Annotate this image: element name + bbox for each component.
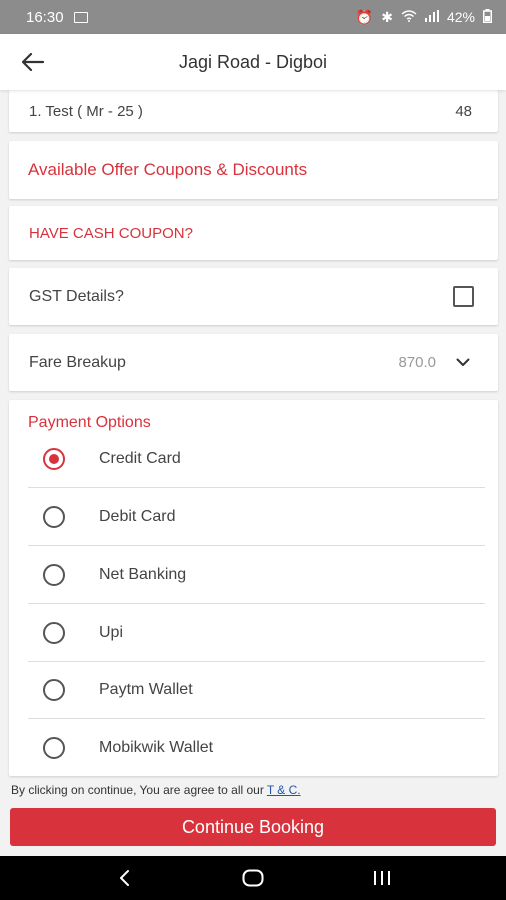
- gst-label: GST Details?: [29, 287, 124, 305]
- passenger-name: 1. Test ( Mr - 25 ): [29, 102, 143, 120]
- image-icon: [73, 11, 88, 23]
- payment-option-label: Net Banking: [99, 566, 187, 583]
- payment-option-paytm-wallet[interactable]: Paytm Wallet: [28, 661, 485, 719]
- continue-booking-button[interactable]: Continue Booking: [10, 808, 496, 846]
- offers-card[interactable]: Available Offer Coupons & Discounts: [9, 141, 498, 199]
- bluetooth-icon: ✱: [381, 8, 393, 25]
- offers-label: Available Offer Coupons & Discounts: [28, 160, 308, 179]
- seat-number: 48: [455, 102, 472, 120]
- payment-option-label: Mobikwik Wallet: [99, 739, 214, 756]
- radio-button[interactable]: [43, 506, 65, 528]
- fare-breakup-card[interactable]: Fare Breakup 870.0: [9, 334, 498, 391]
- nav-recents-icon[interactable]: [352, 856, 412, 900]
- payment-option-credit-card[interactable]: Credit Card: [28, 430, 485, 488]
- payment-option-label: Paytm Wallet: [99, 681, 193, 698]
- fare-amount: 870.0: [398, 354, 436, 371]
- battery-text: 42%: [446, 9, 475, 25]
- radio-button[interactable]: [43, 448, 65, 470]
- radio-button[interactable]: [43, 622, 65, 644]
- status-bar: 16:30 ⏰ ✱ 42%: [0, 0, 506, 34]
- payment-options-card: Payment Options Credit Card Debit Card N…: [9, 400, 498, 776]
- payment-option-debit-card[interactable]: Debit Card: [28, 488, 485, 546]
- payment-option-label: Debit Card: [99, 508, 176, 525]
- status-icons: ⏰ ✱ 42%: [355, 8, 492, 26]
- payment-option-label: Credit Card: [99, 450, 181, 467]
- payment-option-label: Upi: [99, 624, 124, 641]
- status-time: 16:30: [26, 8, 64, 26]
- signal-icon: [424, 9, 439, 25]
- page-title: Jagi Road - Digboi: [178, 51, 328, 72]
- cash-coupon-label: HAVE CASH COUPON?: [29, 224, 193, 242]
- back-arrow-icon: [22, 53, 44, 71]
- battery-icon: [483, 8, 492, 26]
- system-nav-bar: [0, 856, 506, 900]
- payment-option-net-banking[interactable]: Net Banking: [28, 546, 485, 604]
- nav-home-icon[interactable]: [223, 856, 283, 900]
- wifi-icon: [401, 9, 417, 25]
- back-button[interactable]: [0, 34, 66, 90]
- gst-checkbox[interactable]: [453, 286, 474, 307]
- radio-button[interactable]: [43, 737, 65, 759]
- radio-button[interactable]: [43, 679, 65, 701]
- payment-option-mobikwik-wallet[interactable]: Mobikwik Wallet: [28, 719, 485, 777]
- terms-message: By clicking on continue, You are agree t…: [11, 783, 264, 797]
- passenger-row: 1. Test ( Mr - 25 ) 48: [9, 90, 498, 132]
- payment-option-upi[interactable]: Upi: [28, 604, 485, 662]
- terms-text: By clicking on continue, You are agree t…: [11, 783, 301, 797]
- gst-card: GST Details?: [9, 268, 498, 325]
- cash-coupon-card[interactable]: HAVE CASH COUPON?: [9, 206, 498, 260]
- app-bar: Jagi Road - Digboi: [0, 34, 506, 90]
- alarm-icon: ⏰: [355, 8, 374, 25]
- radio-button[interactable]: [43, 564, 65, 586]
- chevron-down-icon[interactable]: [456, 358, 470, 367]
- terms-link[interactable]: T & C.: [267, 783, 301, 797]
- nav-back-icon[interactable]: [94, 856, 154, 900]
- fare-label: Fare Breakup: [29, 353, 126, 371]
